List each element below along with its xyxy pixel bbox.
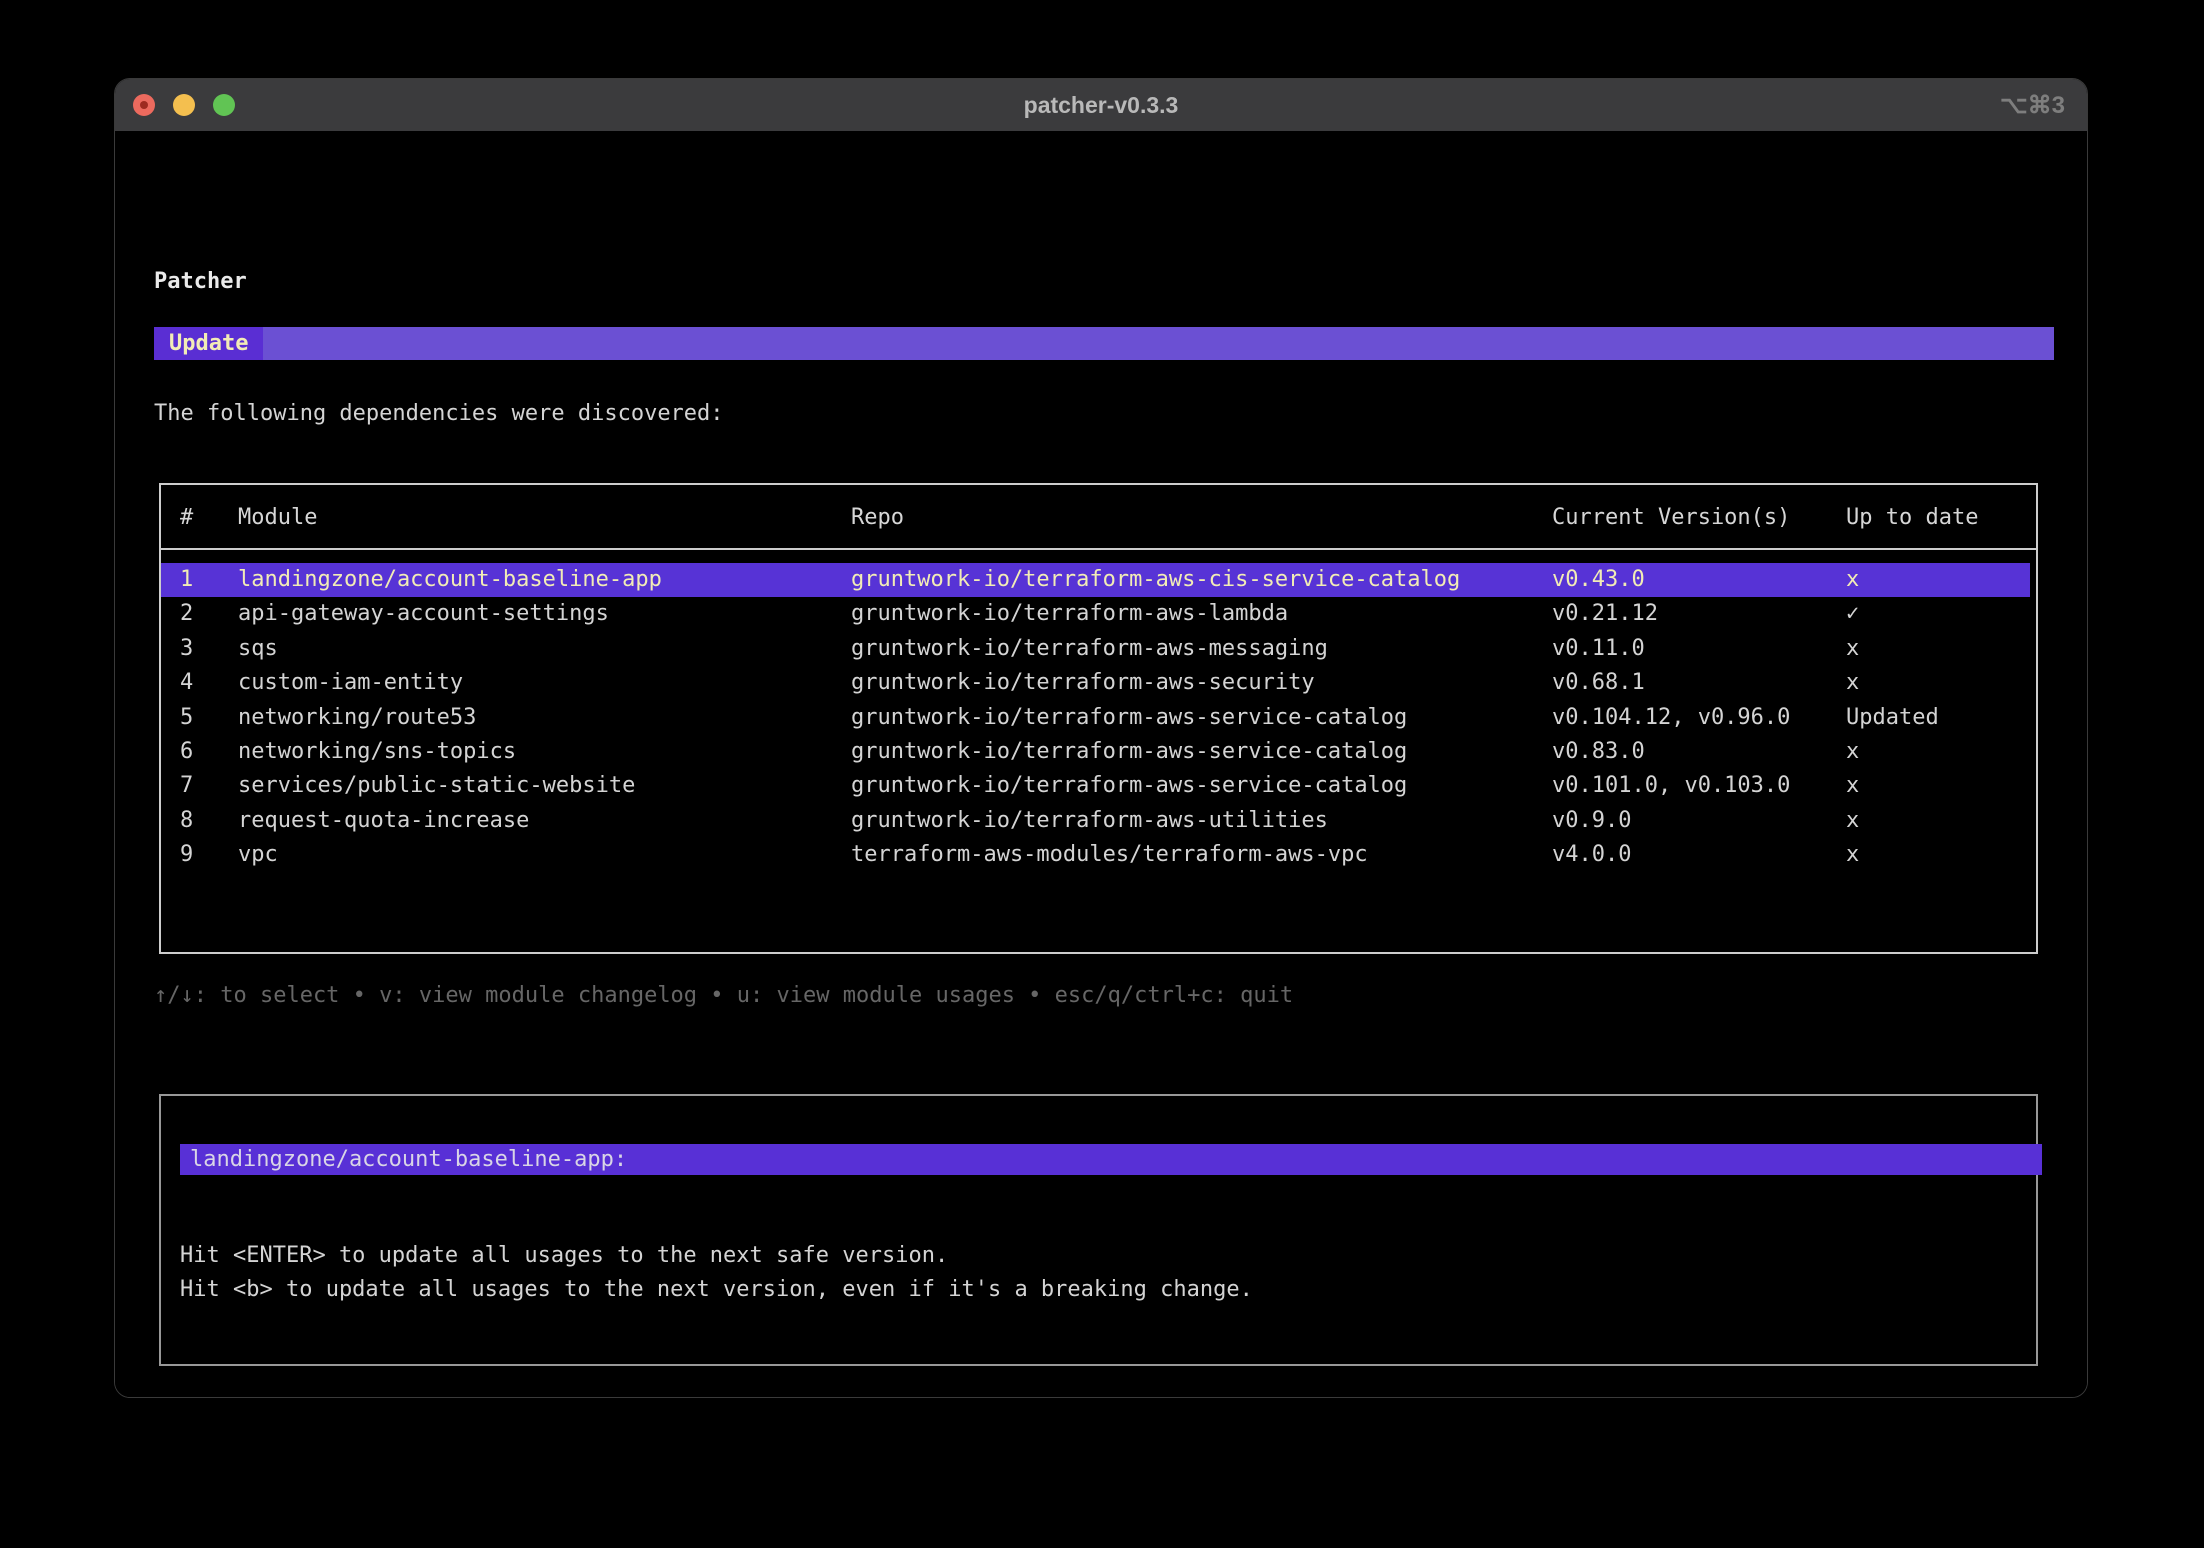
- table-row[interactable]: 9 vpc terraform-aws-modules/terraform-aw…: [161, 838, 2036, 872]
- table-row[interactable]: 2 api-gateway-account-settings gruntwork…: [161, 597, 2036, 631]
- column-header-status: Up to date: [1846, 501, 2036, 548]
- titlebar: patcher-v0.3.3 ⌥⌘3: [115, 79, 2087, 131]
- selected-module-bar: landingzone/account-baseline-app:: [180, 1144, 2042, 1175]
- table-row[interactable]: 8 request-quota-increase gruntwork-io/te…: [161, 804, 2036, 838]
- row-module: services/public-static-website: [238, 769, 851, 803]
- terminal-content: Patcher Update The following dependencie…: [115, 131, 2087, 1397]
- row-version: v0.21.12: [1552, 597, 1846, 631]
- row-num: 5: [180, 701, 238, 735]
- row-num: 8: [180, 804, 238, 838]
- tab-bar: Update: [154, 327, 2054, 360]
- table-row[interactable]: 1 landingzone/account-baseline-app grunt…: [161, 563, 2030, 597]
- row-version: v0.83.0: [1552, 735, 1846, 769]
- row-repo: gruntwork-io/terraform-aws-lambda: [851, 597, 1552, 631]
- terminal-window: patcher-v0.3.3 ⌥⌘3 Patcher Update The fo…: [114, 78, 2088, 1398]
- row-status: x: [1846, 666, 2036, 700]
- dependency-table: # Module Repo Current Version(s) Up to d…: [159, 483, 2038, 954]
- column-header-version: Current Version(s): [1552, 501, 1846, 548]
- row-status: ✓: [1846, 597, 2036, 631]
- row-version: v0.9.0: [1552, 804, 1846, 838]
- instruction-line: Hit <ENTER> to update all usages to the …: [180, 1239, 1980, 1273]
- row-repo: gruntwork-io/terraform-aws-cis-service-c…: [851, 563, 1552, 597]
- row-version: v4.0.0: [1552, 838, 1846, 872]
- row-status: x: [1846, 735, 2036, 769]
- row-version: v0.11.0: [1552, 632, 1846, 666]
- column-header-module: Module: [238, 501, 851, 548]
- row-module: landingzone/account-baseline-app: [238, 563, 851, 597]
- row-num: 2: [180, 597, 238, 631]
- table-row[interactable]: 7 services/public-static-website gruntwo…: [161, 769, 2036, 803]
- row-num: 6: [180, 735, 238, 769]
- close-button[interactable]: [133, 94, 155, 116]
- row-module: api-gateway-account-settings: [238, 597, 851, 631]
- intro-text: The following dependencies were discover…: [154, 397, 724, 431]
- instruction-line: Hit <b> to update all usages to the next…: [180, 1273, 1980, 1307]
- row-status: x: [1846, 838, 2036, 872]
- row-num: 3: [180, 632, 238, 666]
- row-repo: gruntwork-io/terraform-aws-security: [851, 666, 1552, 700]
- detail-panel: landingzone/account-baseline-app: Hit <E…: [159, 1094, 2038, 1366]
- row-repo: gruntwork-io/terraform-aws-utilities: [851, 804, 1552, 838]
- window-title: patcher-v0.3.3: [115, 92, 2087, 119]
- row-version: v0.43.0: [1552, 563, 1846, 597]
- zoom-button[interactable]: [213, 94, 235, 116]
- traffic-lights: [133, 79, 235, 131]
- minimize-button[interactable]: [173, 94, 195, 116]
- row-num: 4: [180, 666, 238, 700]
- table-row[interactable]: 6 networking/sns-topics gruntwork-io/ter…: [161, 735, 2036, 769]
- tab-update[interactable]: Update: [154, 327, 263, 360]
- table-row[interactable]: 4 custom-iam-entity gruntwork-io/terrafo…: [161, 666, 2036, 700]
- row-module: custom-iam-entity: [238, 666, 851, 700]
- row-version: v0.101.0, v0.103.0: [1552, 769, 1846, 803]
- app-heading: Patcher: [154, 265, 247, 299]
- row-status: x: [1846, 804, 2036, 838]
- row-num: 1: [180, 563, 238, 597]
- row-status: Updated: [1846, 701, 2036, 735]
- row-repo: gruntwork-io/terraform-aws-service-catal…: [851, 701, 1552, 735]
- row-repo: gruntwork-io/terraform-aws-service-catal…: [851, 769, 1552, 803]
- row-repo: terraform-aws-modules/terraform-aws-vpc: [851, 838, 1552, 872]
- keyboard-shortcut-badge: ⌥⌘3: [2000, 79, 2065, 131]
- row-repo: gruntwork-io/terraform-aws-service-catal…: [851, 735, 1552, 769]
- help-bar: ↑/↓: to select • v: view module changelo…: [154, 979, 1293, 1013]
- row-status: x: [1846, 632, 2036, 666]
- row-module: networking/sns-topics: [238, 735, 851, 769]
- row-module: networking/route53: [238, 701, 851, 735]
- row-status: x: [1846, 563, 2030, 597]
- row-version: v0.68.1: [1552, 666, 1846, 700]
- row-module: request-quota-increase: [238, 804, 851, 838]
- column-header-num: #: [180, 501, 238, 548]
- table-row[interactable]: 3 sqs gruntwork-io/terraform-aws-messagi…: [161, 632, 2036, 666]
- table-header-row: # Module Repo Current Version(s) Up to d…: [161, 485, 2036, 550]
- row-num: 9: [180, 838, 238, 872]
- column-header-repo: Repo: [851, 501, 1552, 548]
- row-num: 7: [180, 769, 238, 803]
- row-module: sqs: [238, 632, 851, 666]
- table-row[interactable]: 5 networking/route53 gruntwork-io/terraf…: [161, 701, 2036, 735]
- row-repo: gruntwork-io/terraform-aws-messaging: [851, 632, 1552, 666]
- table-body: 1 landingzone/account-baseline-app grunt…: [161, 550, 2036, 873]
- row-module: vpc: [238, 838, 851, 872]
- row-status: x: [1846, 769, 2036, 803]
- row-version: v0.104.12, v0.96.0: [1552, 701, 1846, 735]
